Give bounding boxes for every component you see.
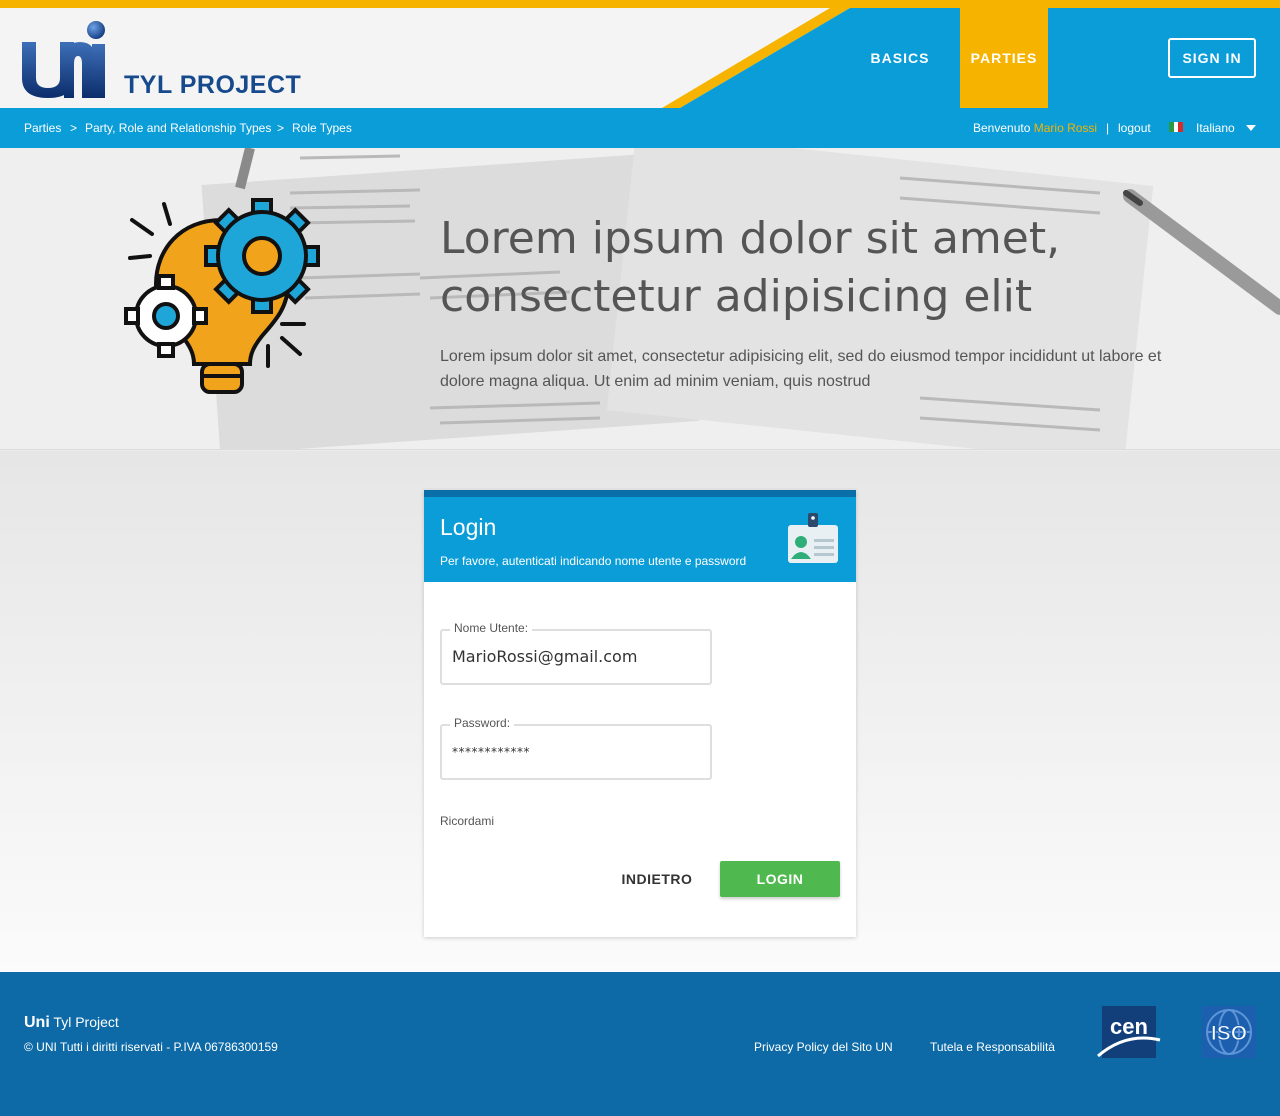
breadcrumb-parties[interactable]: Parties <box>24 120 61 136</box>
hero-description: Lorem ipsum dolor sit amet, consectetur … <box>440 348 1162 390</box>
password-label: Password: <box>450 716 515 730</box>
chevron-down-icon[interactable] <box>1246 125 1256 131</box>
svg-text:ISO: ISO <box>1211 1022 1247 1045</box>
password-field[interactable]: Password: <box>440 716 712 780</box>
username-label: Nome Utente: <box>450 621 533 635</box>
welcome-message: Benvenuto Mario Rossi <box>973 120 1097 136</box>
login-subtitle: Per favore, autenticati indicando nome u… <box>440 554 747 568</box>
breadcrumb-bar: Parties > Party, Role and Relationship T… <box>0 108 1280 148</box>
top-accent-stripe <box>0 0 1280 8</box>
id-card-icon <box>788 513 838 563</box>
password-input[interactable] <box>452 742 702 762</box>
remember-me-checkbox[interactable]: Ricordami <box>440 814 494 828</box>
footer-brand-bold: Uni <box>24 1014 50 1031</box>
logout-link[interactable]: logout <box>1118 120 1151 136</box>
privacy-policy-link[interactable]: Privacy Policy del Sito UN <box>754 1040 893 1054</box>
sign-in-button[interactable]: SIGN IN <box>1168 38 1256 78</box>
breadcrumb-separator: > <box>277 121 285 135</box>
uni-logo <box>22 21 105 98</box>
back-button[interactable]: INDIETRO <box>610 861 704 897</box>
welcome-prefix: Benvenuto <box>973 121 1031 135</box>
hero-banner: Lorem ipsum dolor sit amet, consectetur … <box>0 148 1280 450</box>
username-field[interactable]: Nome Utente: <box>440 621 712 685</box>
site-header: TYL PROJECT BASICS PARTIES SIGN IN <box>0 8 1280 108</box>
nav-parties[interactable]: PARTIES <box>960 8 1048 108</box>
user-divider: | <box>1106 121 1110 135</box>
lightbulb-gears-icon <box>124 198 320 394</box>
cen-logo[interactable]: cen <box>1096 1006 1162 1058</box>
user-name[interactable]: Mario Rossi <box>1034 121 1097 135</box>
tutela-link[interactable]: Tutela e Responsabilità <box>930 1040 1055 1054</box>
nav-basics[interactable]: BASICS <box>860 8 940 108</box>
language-select[interactable]: Italiano <box>1196 120 1235 136</box>
breadcrumb-party-role-types[interactable]: Party, Role and Relationship Types <box>85 120 271 136</box>
footer-brand-rest: Tyl Project <box>53 1014 119 1030</box>
breadcrumb-role-types[interactable]: Role Types <box>292 120 352 136</box>
footer-copyright: © UNI Tutti i diritti riservati - P.IVA … <box>24 1040 278 1054</box>
login-card: Login Per favore, autenticati indicando … <box>424 490 856 937</box>
login-title: Login <box>440 514 497 540</box>
svg-text:cen: cen <box>1110 1014 1148 1039</box>
italy-flag-icon <box>1169 122 1184 132</box>
hero-title: Lorem ipsum dolor sit amet, consectetur … <box>440 213 1061 322</box>
login-card-header: Login Per favore, autenticati indicando … <box>424 490 856 582</box>
site-footer: Uni Tyl Project © UNI Tutti i diritti ri… <box>0 972 1280 1116</box>
footer-brand: Uni Tyl Project <box>24 1013 119 1032</box>
iso-logo[interactable]: ISO <box>1202 1006 1256 1058</box>
username-input[interactable] <box>452 647 702 667</box>
brand-title: TYL PROJECT <box>124 71 302 99</box>
login-button[interactable]: LOGIN <box>720 861 840 897</box>
breadcrumb-separator: > <box>70 121 78 135</box>
